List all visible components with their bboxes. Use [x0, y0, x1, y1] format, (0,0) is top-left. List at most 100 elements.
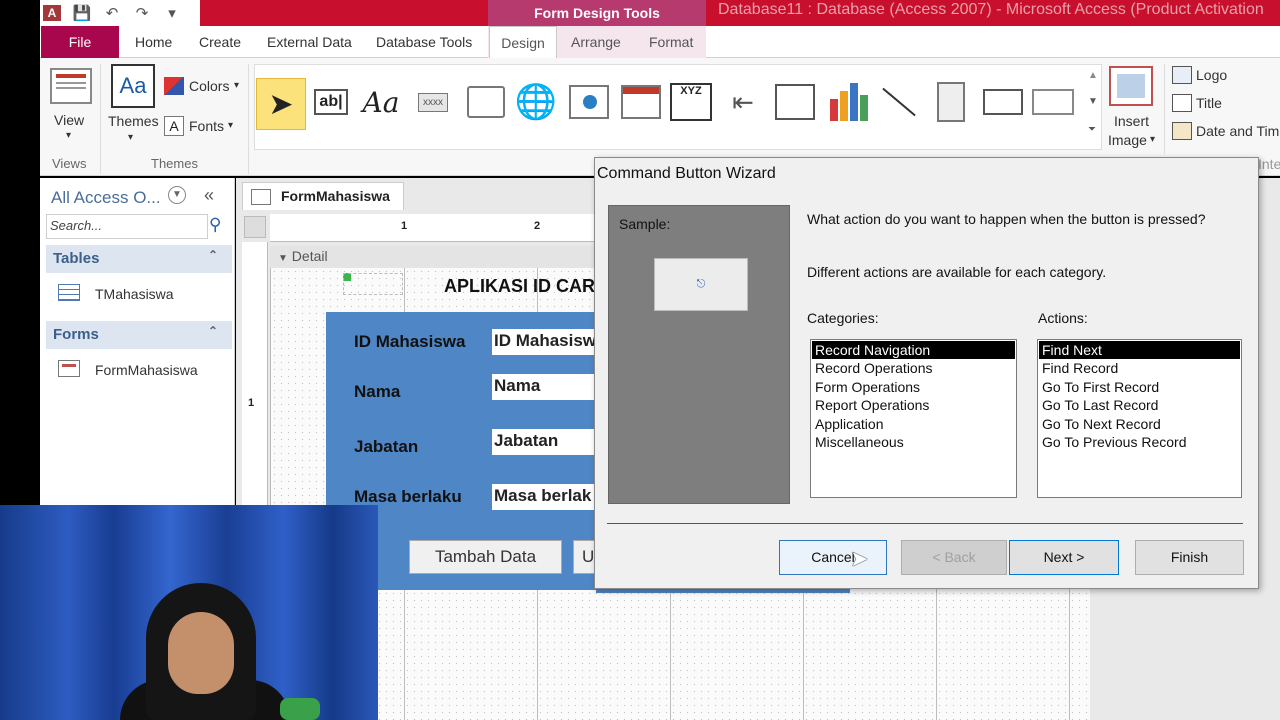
navigation-control-icon[interactable]: [620, 80, 662, 124]
nav-search-input[interactable]: Search...: [46, 214, 208, 239]
list-box-icon[interactable]: [982, 80, 1024, 124]
undo-icon[interactable]: ↶: [102, 4, 122, 22]
nav-item-tmahasiswa[interactable]: TMahasiswa: [95, 286, 174, 302]
field-input-jabatan[interactable]: Jabatan: [492, 429, 596, 455]
hyperlink-icon[interactable]: 🌐: [515, 80, 557, 124]
selected-control-outline[interactable]: [343, 273, 403, 295]
action-item[interactable]: Go To Previous Record: [1039, 433, 1240, 451]
sample-preview: [608, 205, 790, 504]
categories-label: Categories:: [807, 310, 879, 326]
date-time-button[interactable]: Date and Tim: [1196, 123, 1279, 139]
nav-section-forms[interactable]: Forms ⌃: [46, 321, 232, 349]
field-input-masa-berlaku[interactable]: Masa berlak: [492, 484, 596, 510]
web-browser-control-icon[interactable]: [568, 80, 610, 124]
toggle-button-icon[interactable]: [930, 80, 972, 124]
insert-image-dropdown-icon[interactable]: ▾: [1150, 134, 1155, 145]
label-control-icon[interactable]: Aa: [360, 80, 402, 124]
view-dropdown-icon[interactable]: ▾: [66, 130, 71, 141]
field-label-nama[interactable]: Nama: [354, 382, 400, 402]
view-button[interactable]: View: [54, 112, 84, 128]
category-item[interactable]: Application: [812, 415, 1015, 433]
tab-external-data[interactable]: External Data: [267, 26, 352, 58]
nav-item-formmahasiswa[interactable]: FormMahasiswa: [95, 362, 198, 378]
chart-icon[interactable]: [828, 80, 870, 124]
field-input-id-mahasiswa[interactable]: ID Mahasisw: [492, 329, 596, 355]
action-item[interactable]: Find Next: [1039, 341, 1240, 360]
tab-database-tools[interactable]: Database Tools: [376, 26, 472, 58]
finish-button[interactable]: Finish: [1135, 540, 1244, 575]
tab-format[interactable]: Format: [649, 26, 693, 58]
redo-icon[interactable]: ↷: [132, 4, 152, 22]
field-label-id-mahasiswa[interactable]: ID Mahasiswa: [354, 332, 466, 352]
customize-dropdown-icon[interactable]: ▾: [162, 4, 182, 22]
category-item[interactable]: Form Operations: [812, 378, 1015, 396]
tambah-data-button[interactable]: Tambah Data: [409, 540, 562, 574]
line-icon[interactable]: [878, 80, 920, 124]
save-icon[interactable]: 💾: [72, 4, 92, 22]
document-tab-formmahasiswa[interactable]: FormMahasiswa: [242, 182, 404, 210]
action-item[interactable]: Find Record: [1039, 359, 1240, 377]
colors-dropdown-icon[interactable]: ▾: [234, 80, 239, 91]
option-group-icon[interactable]: XYZ: [670, 80, 712, 124]
form-selector[interactable]: [244, 216, 266, 238]
dialog-title: Command Button Wizard: [597, 165, 776, 182]
back-button[interactable]: < Back: [901, 540, 1007, 575]
next-button[interactable]: Next >: [1009, 540, 1119, 575]
field-input-nama[interactable]: Nama: [492, 374, 596, 400]
gallery-scroll-up-icon[interactable]: ▲: [1088, 70, 1098, 81]
gallery-more-icon[interactable]: ⏷: [1088, 124, 1096, 135]
insert-image-icon[interactable]: [1109, 66, 1153, 106]
category-item[interactable]: Record Navigation: [812, 341, 1015, 360]
gallery-scroll-down-icon[interactable]: ▼: [1088, 96, 1098, 107]
action-item[interactable]: Go To Next Record: [1039, 415, 1240, 433]
category-item[interactable]: Report Operations: [812, 396, 1015, 414]
update-button[interactable]: U: [573, 540, 595, 574]
rectangle-icon[interactable]: [1032, 80, 1074, 124]
search-icon[interactable]: ⚲: [209, 215, 221, 235]
tab-design[interactable]: Design: [489, 26, 557, 58]
tab-control-icon[interactable]: [465, 80, 507, 124]
collapse-icon[interactable]: ⌃: [208, 248, 218, 262]
combo-box-icon[interactable]: [774, 80, 816, 124]
category-item[interactable]: Record Operations: [812, 359, 1015, 377]
themes-dropdown-icon[interactable]: ▾: [128, 132, 133, 143]
collapse-icon[interactable]: ⌃: [208, 324, 218, 338]
themes-icon[interactable]: Aa: [111, 64, 155, 108]
fonts-button[interactable]: Fonts: [189, 118, 224, 134]
title-icon: [1172, 94, 1192, 112]
tab-home[interactable]: Home: [135, 26, 172, 58]
action-item[interactable]: Go To First Record: [1039, 378, 1240, 396]
insert-image-label[interactable]: Image: [1108, 132, 1147, 148]
nav-section-tables[interactable]: Tables ⌃: [46, 245, 232, 273]
select-pointer-icon[interactable]: ➤: [256, 78, 306, 130]
fonts-dropdown-icon[interactable]: ▾: [228, 120, 233, 131]
themes-button[interactable]: Themes: [108, 113, 159, 129]
button-control-icon[interactable]: xxxx: [412, 80, 454, 124]
text-box-icon[interactable]: ab|: [310, 80, 352, 124]
action-item[interactable]: Go To Last Record: [1039, 396, 1240, 414]
category-item[interactable]: Miscellaneous: [812, 433, 1015, 451]
insert-image-button[interactable]: Insert: [1114, 113, 1149, 129]
ruler-mark: 2: [534, 220, 541, 232]
tab-file[interactable]: File: [41, 26, 119, 58]
view-icon[interactable]: [50, 68, 92, 104]
form-title-label[interactable]: APLIKASI ID CAR: [444, 276, 595, 297]
nav-dropdown-icon[interactable]: ▼: [168, 186, 186, 204]
field-label-jabatan[interactable]: Jabatan: [354, 437, 418, 457]
tab-create[interactable]: Create: [199, 26, 241, 58]
shutter-bar-close-icon[interactable]: «: [204, 185, 214, 206]
actions-listbox[interactable]: Find Next Find Record Go To First Record…: [1037, 339, 1242, 498]
nav-pane-header[interactable]: All Access O... ▼ «: [44, 182, 230, 212]
field-label-masa-berlaku[interactable]: Masa berlaku: [354, 487, 462, 507]
categories-listbox[interactable]: Record Navigation Record Operations Form…: [810, 339, 1017, 498]
logo-button[interactable]: Logo: [1196, 67, 1227, 83]
find-next-icon: ⎋: [696, 278, 706, 290]
insert-page-break-icon[interactable]: ⇤: [722, 80, 764, 124]
nav-pane-title: All Access O...: [51, 188, 161, 207]
section-detail-bar[interactable]: ▼ Detail: [270, 246, 600, 268]
colors-button[interactable]: Colors: [189, 78, 229, 94]
title-button[interactable]: Title: [1196, 95, 1222, 111]
tab-arrange[interactable]: Arrange: [571, 26, 621, 58]
section-label: Detail: [291, 248, 328, 264]
cancel-button[interactable]: Cancel: [779, 540, 887, 575]
